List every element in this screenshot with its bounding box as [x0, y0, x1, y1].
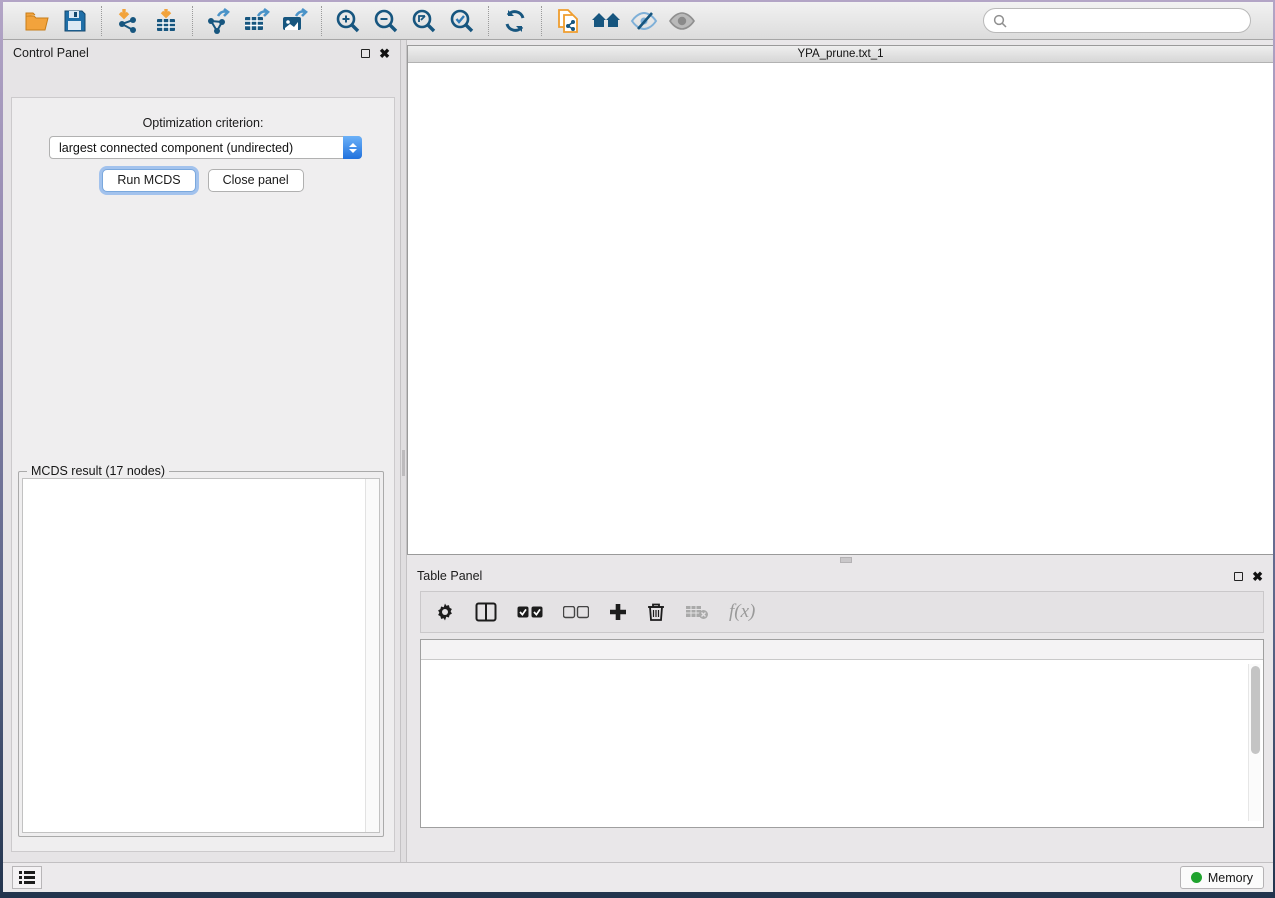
save-session-icon[interactable]: [59, 7, 91, 35]
memory-status-icon: [1191, 872, 1202, 883]
memory-label: Memory: [1208, 871, 1253, 885]
network-window-titlebar[interactable]: YPA_prune.txt_1: [408, 46, 1273, 63]
zoom-fit-icon[interactable]: [408, 7, 440, 35]
search-box[interactable]: [983, 8, 1251, 33]
mcds-list-scrollbar[interactable]: [365, 479, 379, 832]
status-bar: Memory: [3, 862, 1273, 892]
first-neighbors-icon[interactable]: [590, 7, 622, 35]
table-panel-title: Table Panel: [417, 569, 482, 583]
table-scrollbar[interactable]: [1248, 664, 1261, 821]
column-view-icon[interactable]: [475, 602, 497, 622]
close-table-panel-icon[interactable]: ✖: [1252, 570, 1263, 583]
task-history-button[interactable]: [12, 866, 42, 889]
add-icon[interactable]: [609, 603, 627, 621]
refresh-icon[interactable]: [499, 7, 531, 35]
node-table[interactable]: [420, 639, 1264, 828]
search-icon: [993, 14, 1007, 28]
float-table-panel-icon[interactable]: [1234, 572, 1243, 581]
network-window: YPA_prune.txt_1: [407, 45, 1273, 555]
import-table-icon[interactable]: [150, 7, 182, 35]
close-panel-icon[interactable]: ✖: [379, 47, 390, 60]
control-panel: Control Panel ✖ Optimization criterion: …: [3, 40, 400, 862]
vertical-splitter[interactable]: [400, 40, 407, 862]
application-window: Control Panel ✖ Optimization criterion: …: [3, 2, 1273, 892]
float-panel-icon[interactable]: [361, 49, 370, 58]
search-input[interactable]: [1012, 14, 1241, 28]
list-icon: [19, 871, 35, 884]
export-table-icon[interactable]: [241, 7, 273, 35]
select-all-icon[interactable]: [517, 606, 543, 619]
table-scrollbar-thumb[interactable]: [1251, 666, 1260, 754]
hsplitter-grip[interactable]: [840, 557, 852, 563]
mcds-tab-content: Optimization criterion: largest connecte…: [11, 97, 395, 852]
window-maximize-icon[interactable]: [453, 49, 464, 60]
function-builder-icon: f(x): [729, 601, 755, 623]
memory-button[interactable]: Memory: [1180, 866, 1264, 889]
close-panel-button[interactable]: Close panel: [208, 169, 304, 192]
delete-icon[interactable]: [647, 602, 665, 622]
hide-selected-icon[interactable]: [628, 7, 660, 35]
gear-icon[interactable]: [435, 602, 455, 622]
network-view[interactable]: [408, 63, 1273, 554]
mcds-result-list[interactable]: [22, 478, 380, 833]
control-panel-title: Control Panel: [13, 46, 89, 60]
splitter-grip[interactable]: [402, 450, 405, 476]
optimization-criterion-label: Optimization criterion:: [12, 116, 394, 130]
criterion-dropdown[interactable]: largest connected component (undirected): [49, 136, 362, 159]
show-all-icon[interactable]: [666, 7, 698, 35]
run-mcds-button[interactable]: Run MCDS: [102, 169, 195, 192]
export-network-icon[interactable]: [203, 7, 235, 35]
export-image-icon[interactable]: [279, 7, 311, 35]
zoom-selected-icon[interactable]: [446, 7, 478, 35]
window-close-icon[interactable]: [417, 49, 428, 60]
network-window-title: YPA_prune.txt_1: [797, 48, 883, 60]
import-network-icon[interactable]: [112, 7, 144, 35]
dropdown-stepper-icon: [343, 136, 362, 159]
zoom-in-icon[interactable]: [332, 7, 364, 35]
window-minimize-icon[interactable]: [435, 49, 446, 60]
deselect-all-icon[interactable]: [563, 606, 589, 619]
copy-network-icon[interactable]: [552, 7, 584, 35]
delete-table-icon: [685, 604, 709, 620]
criterion-value: largest connected component (undirected): [50, 141, 343, 155]
open-session-icon[interactable]: [21, 7, 53, 35]
table-panel: Table Panel ✖: [407, 565, 1273, 862]
mcds-result-title: MCDS result (17 nodes): [27, 464, 169, 478]
mcds-result-groupbox: MCDS result (17 nodes): [18, 471, 384, 837]
horizontal-splitter[interactable]: [407, 555, 1273, 565]
table-toolbar: f(x): [420, 591, 1264, 633]
main-toolbar: [3, 2, 1273, 40]
zoom-out-icon[interactable]: [370, 7, 402, 35]
